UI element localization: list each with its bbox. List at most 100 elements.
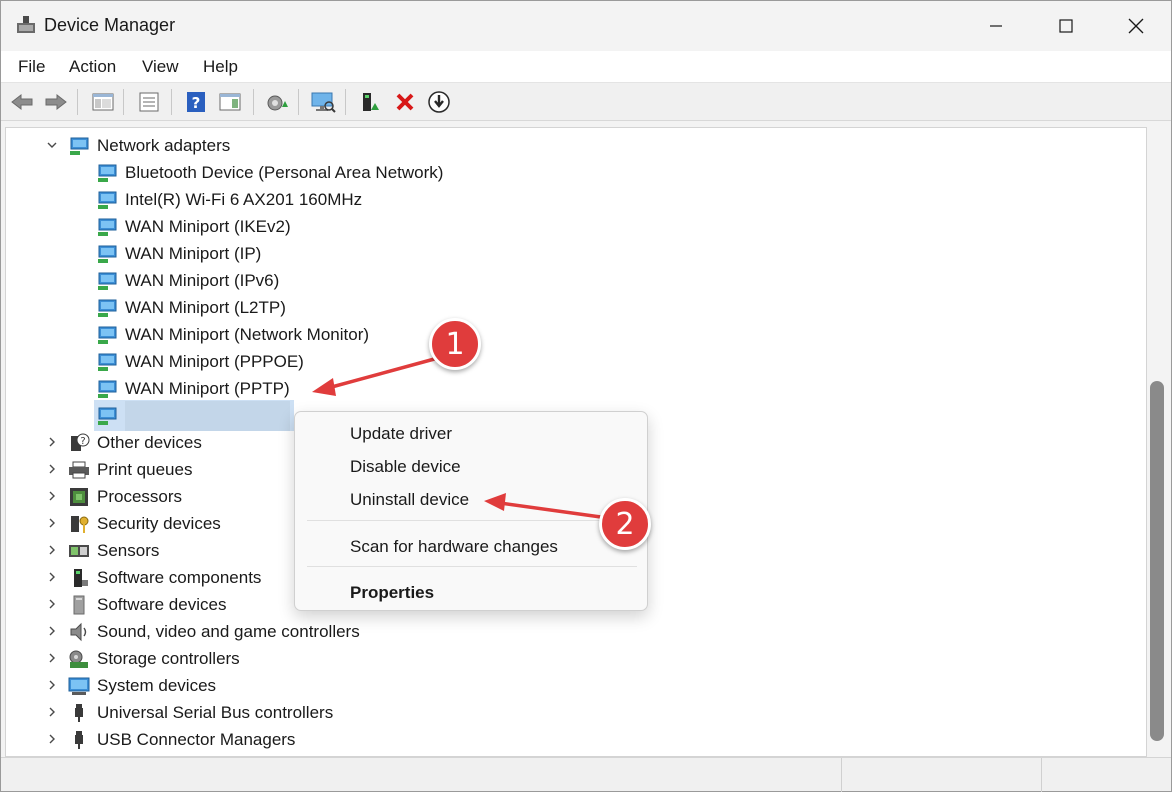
network-adapter-icon bbox=[98, 326, 117, 344]
tree-item-adapter[interactable]: WAN Miniport (PPTP) bbox=[96, 375, 290, 402]
forward-button[interactable] bbox=[43, 89, 69, 115]
chevron-right-icon[interactable] bbox=[46, 625, 58, 637]
svg-text:?: ? bbox=[80, 436, 85, 447]
toolbar-separator bbox=[298, 89, 299, 115]
scan-hardware-icon bbox=[311, 92, 336, 113]
disable-device-menu-item[interactable]: Disable device bbox=[350, 457, 461, 477]
tree-item-adapter[interactable]: WAN Miniport (IPv6) bbox=[96, 267, 279, 294]
menu-help[interactable]: Help bbox=[203, 57, 238, 77]
toolbar-separator bbox=[171, 89, 172, 115]
title-bar: Device Manager bbox=[1, 1, 1171, 51]
chevron-right-icon[interactable] bbox=[46, 517, 58, 529]
tree-item-label: Sound, video and game controllers bbox=[97, 621, 360, 641]
chevron-right-icon[interactable] bbox=[46, 490, 58, 502]
toolbar-separator bbox=[77, 89, 78, 115]
tree-item-adapter[interactable]: WAN Miniport (IP) bbox=[96, 240, 261, 267]
tree-item-adapter[interactable]: WAN Miniport (Network Monitor) bbox=[96, 321, 369, 348]
tree-item-label: Intel(R) Wi-Fi 6 AX201 160MHz bbox=[125, 189, 363, 209]
tree-item-label: WAN Miniport (Network Monitor) bbox=[125, 324, 370, 344]
chevron-right-icon[interactable] bbox=[46, 436, 58, 448]
vertical-scrollbar-thumb[interactable] bbox=[1150, 381, 1164, 741]
chevron-down-icon[interactable] bbox=[46, 139, 58, 151]
tree-item-label: WAN Miniport (PPPOE) bbox=[125, 351, 304, 371]
tree-item-label: WAN Miniport (IP) bbox=[125, 243, 262, 263]
menu-bar: File Action View Help bbox=[1, 51, 1171, 83]
menu-action[interactable]: Action bbox=[69, 57, 116, 77]
scan-hardware-menu-item[interactable]: Scan for hardware changes bbox=[350, 537, 558, 557]
tree-item-label: WAN Miniport (IPv6) bbox=[125, 270, 280, 290]
toolbar-separator bbox=[345, 89, 346, 115]
tree-item-storage-controllers[interactable]: Storage controllers bbox=[46, 645, 240, 672]
status-divider bbox=[841, 758, 842, 792]
storage-controller-icon bbox=[69, 650, 88, 668]
tree-item-security-devices[interactable]: Security devices bbox=[46, 510, 221, 537]
network-adapter-icon bbox=[98, 164, 117, 182]
tree-item-adapter[interactable]: Intel(R) Wi-Fi 6 AX201 160MHz bbox=[96, 186, 362, 213]
properties-button[interactable] bbox=[136, 89, 162, 115]
tree-item-print-queues[interactable]: Print queues bbox=[46, 456, 192, 483]
tree-item-label: WAN Miniport (IKEv2) bbox=[125, 216, 291, 236]
printer-icon bbox=[69, 461, 89, 478]
menu-file[interactable]: File bbox=[18, 57, 45, 77]
tree-item-label: Processors bbox=[97, 486, 183, 506]
disable-device-button[interactable] bbox=[426, 89, 452, 115]
tree-item-sensors[interactable]: Sensors bbox=[46, 537, 159, 564]
tree-item-software-components[interactable]: Software components bbox=[46, 564, 261, 591]
chevron-right-icon[interactable] bbox=[46, 598, 58, 610]
annotation-badge-1: 1 bbox=[429, 318, 481, 370]
tree-item-system-devices[interactable]: System devices bbox=[46, 672, 216, 699]
tree-item-label: Print queues bbox=[97, 459, 193, 479]
context-menu-separator bbox=[307, 566, 637, 567]
tree-item-usb-connector-managers[interactable]: USB Connector Managers bbox=[46, 726, 295, 753]
device-manager-window: Device Manager File Action View Help ? N… bbox=[0, 0, 1172, 792]
tree-item-adapter[interactable]: WAN Miniport (L2TP) bbox=[96, 294, 286, 321]
tree-item-usb-controllers[interactable]: Universal Serial Bus controllers bbox=[46, 699, 333, 726]
usb-icon bbox=[75, 703, 83, 722]
uninstall-device-icon bbox=[396, 93, 414, 111]
maximize-button[interactable] bbox=[1031, 1, 1101, 51]
tree-item-adapter[interactable]: WAN Miniport (IKEv2) bbox=[96, 213, 291, 240]
back-button[interactable] bbox=[9, 89, 35, 115]
usb-icon bbox=[75, 730, 83, 749]
enable-device-button[interactable] bbox=[358, 89, 384, 115]
menu-view[interactable]: View bbox=[142, 57, 179, 77]
disable-device-icon bbox=[428, 91, 450, 113]
scan-hardware-button[interactable] bbox=[310, 89, 336, 115]
tree-item-label: Storage controllers bbox=[97, 648, 240, 668]
tree-item-adapter[interactable]: Bluetooth Device (Personal Area Network) bbox=[96, 159, 443, 186]
tree-item-label: Other devices bbox=[97, 432, 202, 452]
show-hide-console-tree-icon bbox=[92, 93, 114, 111]
show-hide-tree-button[interactable] bbox=[90, 89, 116, 115]
tree-item-label: System devices bbox=[97, 675, 217, 695]
chevron-right-icon[interactable] bbox=[46, 679, 58, 691]
properties-menu-item[interactable]: Properties bbox=[350, 583, 434, 603]
chevron-right-icon[interactable] bbox=[46, 652, 58, 664]
update-driver-button[interactable] bbox=[264, 89, 290, 115]
tree-item-sound-video-game[interactable]: Sound, video and game controllers bbox=[46, 618, 360, 645]
toolbar-separator bbox=[123, 89, 124, 115]
chevron-right-icon[interactable] bbox=[46, 463, 58, 475]
chevron-right-icon[interactable] bbox=[46, 544, 58, 556]
uninstall-device-button[interactable] bbox=[392, 89, 418, 115]
processor-icon bbox=[70, 487, 88, 506]
tree-item-adapter[interactable]: WAN Miniport (PPPOE) bbox=[96, 348, 304, 375]
minimize-button[interactable] bbox=[961, 1, 1031, 51]
help-button[interactable]: ? bbox=[183, 89, 209, 115]
tree-item-selected-adapter[interactable] bbox=[94, 400, 294, 431]
action-pane-button[interactable] bbox=[217, 89, 243, 115]
tree-item-processors[interactable]: Processors bbox=[46, 483, 182, 510]
tree-item-software-devices[interactable]: Software devices bbox=[46, 591, 226, 618]
tree-item-network-adapters[interactable]: Network adapters bbox=[46, 132, 230, 159]
uninstall-device-menu-item[interactable]: Uninstall device bbox=[350, 490, 469, 510]
tree-item-other-devices[interactable]: ? Other devices bbox=[46, 429, 202, 456]
close-icon bbox=[1128, 18, 1144, 34]
chevron-right-icon[interactable] bbox=[46, 733, 58, 745]
tree-item-label: Security devices bbox=[97, 513, 221, 533]
network-adapter-icon bbox=[98, 380, 117, 398]
chevron-right-icon[interactable] bbox=[46, 706, 58, 718]
chevron-right-icon[interactable] bbox=[46, 571, 58, 583]
close-button[interactable] bbox=[1101, 1, 1171, 51]
system-device-icon bbox=[68, 677, 90, 695]
update-driver-menu-item[interactable]: Update driver bbox=[350, 424, 452, 444]
network-adapter-icon bbox=[98, 218, 117, 236]
